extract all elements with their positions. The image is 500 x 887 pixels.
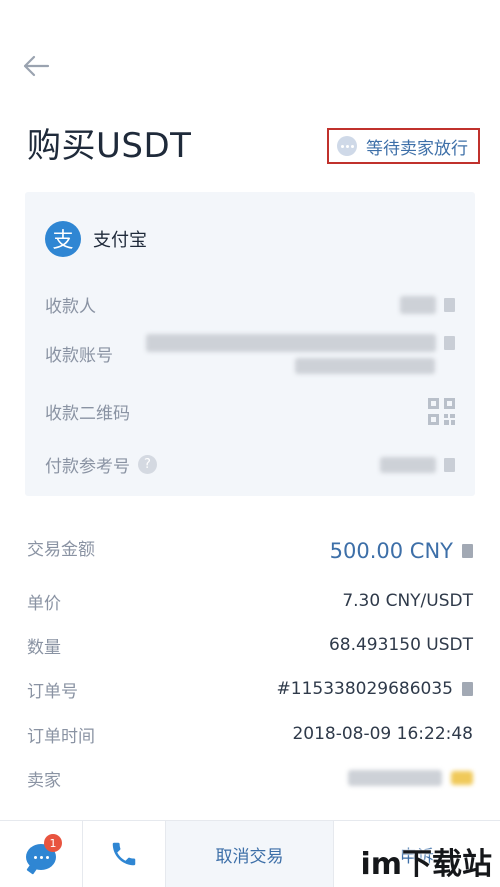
payee-row: 收款人 — [45, 292, 455, 317]
order-number-value: #115338029686035 — [277, 679, 473, 699]
payee-name-redacted — [400, 295, 436, 314]
arrow-left-icon — [23, 55, 50, 77]
reference-value — [380, 456, 455, 473]
dots-circle-icon — [337, 136, 357, 156]
alipay-icon: 支 — [45, 221, 81, 257]
amount-row: 交易金额 500.00 CNY — [27, 535, 473, 567]
status-text: 等待卖家放行 — [366, 138, 468, 159]
order-number-row: 订单号 #115338029686035 — [27, 677, 473, 702]
seller-value — [348, 770, 473, 786]
unread-badge: 1 — [44, 834, 62, 852]
copy-icon[interactable] — [444, 336, 455, 350]
account-number-redacted — [146, 334, 436, 352]
site-watermark: im下载站 — [360, 847, 492, 882]
seller-level-badge — [451, 771, 473, 785]
copy-icon[interactable] — [444, 457, 455, 472]
price-value: 7.30 CNY/USDT — [342, 591, 473, 611]
payee-label: 收款人 — [45, 297, 96, 317]
reference-label-text: 付款参考号 — [45, 457, 130, 477]
order-time-row: 订单时间 2018-08-09 16:22:48 — [27, 722, 473, 747]
account-number-redacted-2 — [295, 358, 435, 374]
back-button[interactable] — [22, 50, 58, 82]
quantity-value: 68.493150 USDT — [328, 635, 473, 655]
order-time-label: 订单时间 — [27, 726, 95, 747]
call-button[interactable] — [83, 821, 166, 887]
amount-label: 交易金额 — [27, 540, 95, 560]
copy-icon[interactable] — [462, 682, 473, 696]
price-row: 单价 7.30 CNY/USDT — [27, 589, 473, 614]
seller-label: 卖家 — [27, 770, 61, 791]
qr-code-icon[interactable] — [428, 398, 455, 425]
qr-row: 收款二维码 — [45, 398, 455, 425]
copy-icon[interactable] — [462, 544, 473, 558]
amount-value: 500.00 CNY — [330, 539, 473, 563]
order-time-value: 2018-08-09 16:22:48 — [292, 724, 473, 744]
payment-method: 支 支付宝 — [45, 221, 147, 257]
cancel-trade-button[interactable]: 取消交易 — [166, 821, 334, 887]
page-title: 购买USDT — [27, 126, 192, 166]
amount-value-text: 500.00 CNY — [329, 539, 453, 563]
seller-row: 卖家 — [27, 766, 473, 791]
status-badge: 等待卖家放行 — [327, 128, 480, 164]
payment-card: 支 支付宝 收款人 收款账号 收款二维码 付款参考号 ? — [25, 192, 475, 496]
phone-icon — [112, 842, 136, 866]
account-value — [146, 334, 455, 374]
chat-button[interactable]: 1 — [0, 821, 83, 887]
qr-value[interactable] — [428, 398, 455, 425]
account-row: 收款账号 — [45, 334, 455, 374]
copy-icon[interactable] — [444, 297, 455, 312]
account-label: 收款账号 — [45, 346, 113, 366]
qr-label: 收款二维码 — [45, 404, 130, 424]
reference-row: 付款参考号 ? — [45, 452, 455, 477]
price-label: 单价 — [27, 593, 61, 614]
help-icon[interactable]: ? — [138, 455, 157, 474]
reference-number-redacted — [380, 456, 436, 473]
quantity-row: 数量 68.493150 USDT — [27, 633, 473, 658]
payee-value — [400, 295, 455, 314]
order-number-label: 订单号 — [27, 681, 78, 702]
quantity-label: 数量 — [27, 637, 61, 658]
payment-method-name: 支付宝 — [93, 230, 147, 251]
order-number-text: #115338029686035 — [276, 679, 453, 699]
cancel-trade-label: 取消交易 — [215, 846, 284, 867]
seller-name-redacted — [348, 770, 442, 786]
reference-label: 付款参考号 ? — [45, 452, 157, 477]
